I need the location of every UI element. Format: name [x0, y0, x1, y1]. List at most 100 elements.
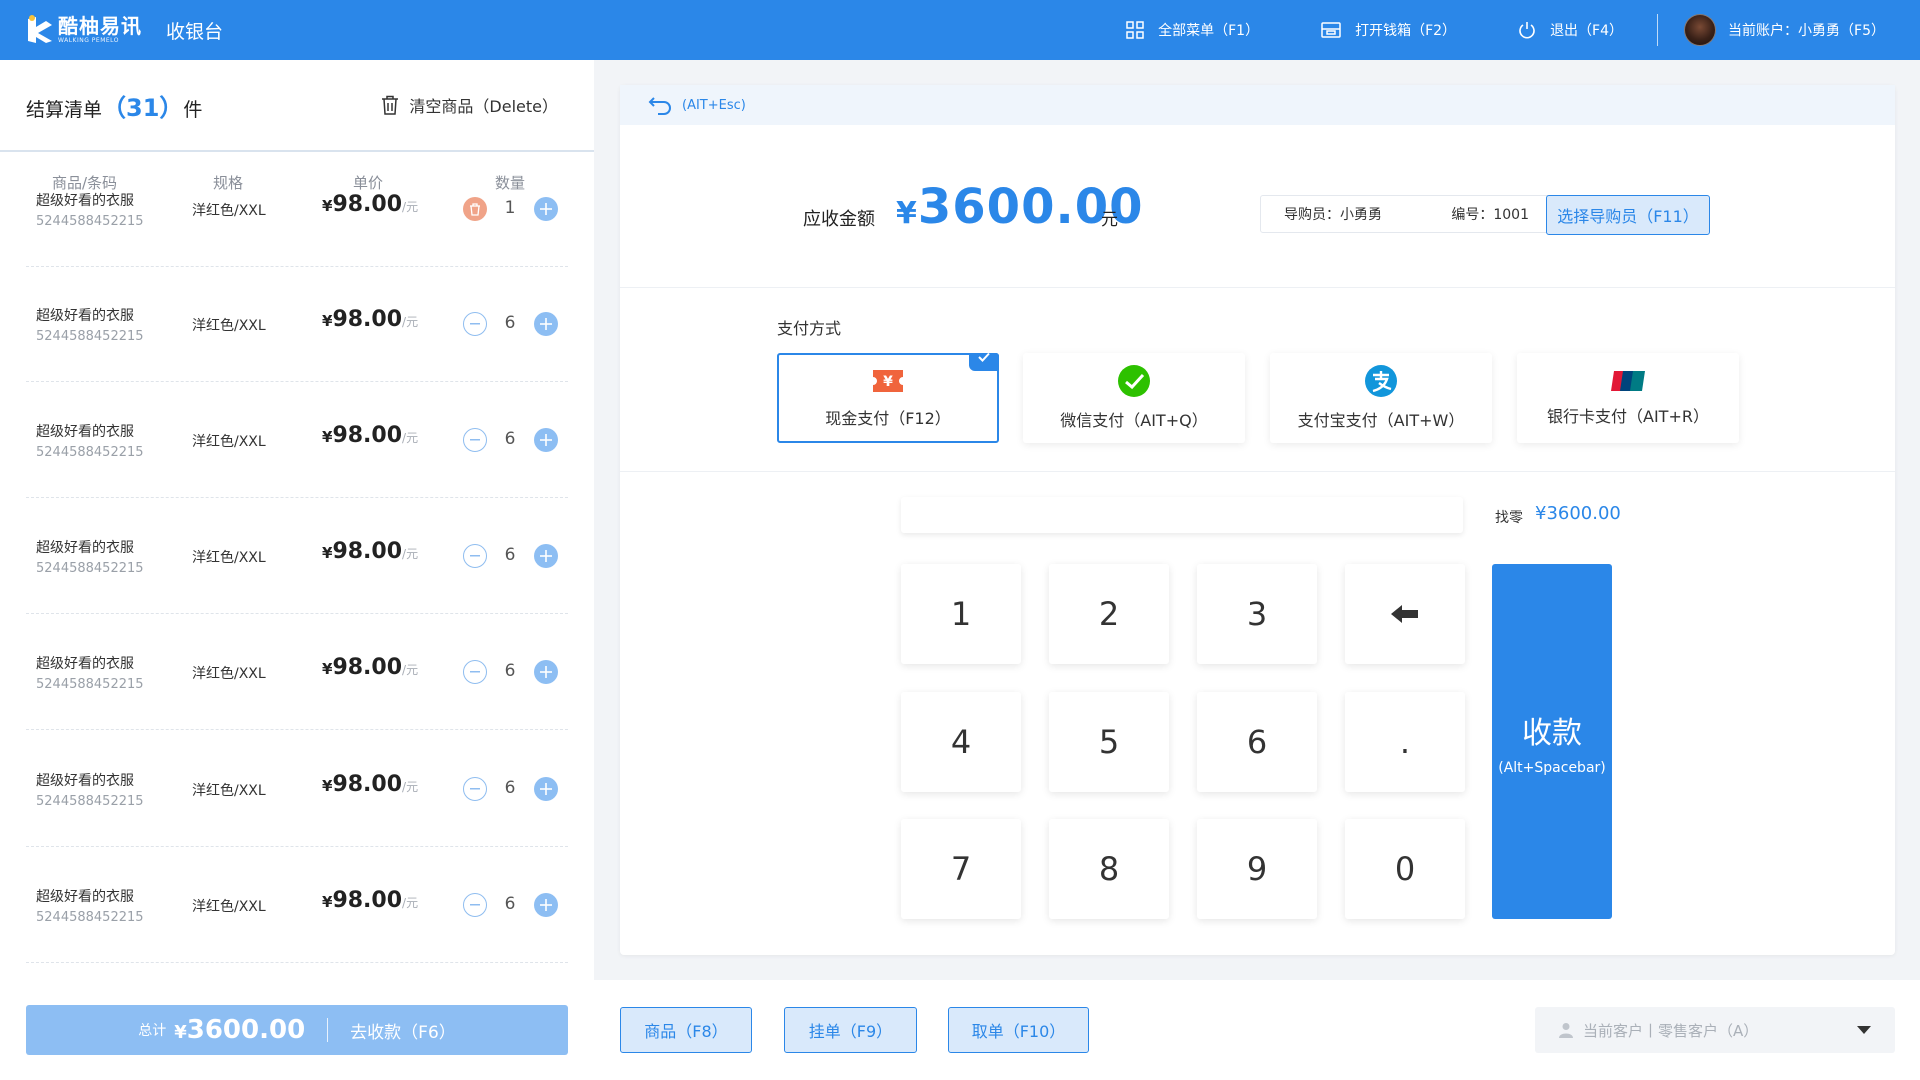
power-icon: [1519, 22, 1535, 39]
product-spec: 洋红色/XXL: [192, 783, 266, 799]
minus-icon: [470, 323, 480, 325]
amount-due-unit: 元: [1101, 210, 1118, 230]
plus-icon: [540, 899, 552, 911]
cart-row: 超级好看的衣服 5244588452215 洋红色/XXL ¥98.00/元 6: [0, 732, 594, 847]
user-icon: [1559, 1023, 1573, 1038]
product-name: 超级好看的衣服: [36, 656, 134, 672]
key-5[interactable]: 5: [1049, 692, 1169, 792]
cart-count: （31）: [102, 93, 184, 122]
key-3[interactable]: 3: [1197, 564, 1317, 664]
logo-icon: [26, 15, 54, 45]
pay-alipay-option[interactable]: 支付宝支付（AIT+W）: [1270, 353, 1492, 443]
total-amount: ¥3600.00: [174, 1015, 306, 1045]
item-quantity: 6: [504, 313, 516, 333]
increase-qty-button[interactable]: [534, 893, 558, 917]
increase-qty-button[interactable]: [534, 660, 558, 684]
pay-bankcard-label: 银行卡支付（AIT+R）: [1547, 407, 1709, 426]
decrease-qty-button[interactable]: [463, 428, 487, 452]
product-spec: 洋红色/XXL: [192, 203, 266, 219]
current-account[interactable]: 当前账户：小勇勇（F5）: [1684, 14, 1885, 46]
backspace-icon: [1391, 605, 1418, 623]
payment-panel: (AIT+Esc) 应收金额 ¥3600.00 元 导购员：小勇勇 编号：100…: [620, 85, 1895, 955]
back-shortcut: (AIT+Esc): [682, 97, 746, 113]
decrease-qty-button[interactable]: [463, 312, 487, 336]
pay-alipay-label: 支付宝支付（AIT+W）: [1297, 411, 1465, 430]
minus-icon: [470, 439, 480, 441]
pay-cash-label: 现金支付（F12）: [825, 409, 951, 428]
key-backspace[interactable]: [1345, 564, 1465, 664]
decrease-qty-button[interactable]: [463, 893, 487, 917]
increase-qty-button[interactable]: [534, 777, 558, 801]
item-quantity: 1: [504, 198, 516, 218]
logout-button[interactable]: 退出（F4）: [1518, 20, 1623, 40]
remove-item-button[interactable]: [463, 197, 487, 221]
increase-qty-button[interactable]: [534, 544, 558, 568]
hold-order-button[interactable]: 挂单（F9）: [784, 1007, 917, 1053]
key-1[interactable]: 1: [901, 564, 1021, 664]
product-price: ¥98.00/元: [322, 655, 419, 680]
customer-select[interactable]: 当前客户丨零售客户（A）: [1535, 1007, 1895, 1053]
trash-icon: [470, 202, 480, 216]
open-drawer-button[interactable]: 打开钱箱（F2）: [1321, 20, 1456, 40]
row-divider: [26, 729, 568, 730]
key-dot[interactable]: .: [1345, 692, 1465, 792]
plus-icon: [540, 550, 552, 562]
decrease-qty-button[interactable]: [463, 660, 487, 684]
cart-title: 结算清单（31）件: [26, 93, 203, 122]
back-button[interactable]: (AIT+Esc): [620, 85, 1895, 125]
product-name: 超级好看的衣服: [36, 193, 134, 209]
change-value: ¥3600.00: [1535, 503, 1621, 524]
cart-list: 超级好看的衣服 5244588452215 洋红色/XXL ¥98.00/元 1 超级好看…: [0, 152, 594, 980]
key-9[interactable]: 9: [1197, 819, 1317, 919]
product-name: 超级好看的衣服: [36, 773, 134, 789]
clear-cart-button[interactable]: 清空商品（Delete）: [381, 93, 558, 117]
product-name: 超级好看的衣服: [36, 540, 134, 556]
checkout-button[interactable]: 总计 ¥3600.00 去收款（F6）: [26, 1005, 568, 1055]
unionpay-icon: [1611, 371, 1645, 391]
amount-input[interactable]: [901, 497, 1463, 533]
logo-sub: WALKING PEMELO: [58, 37, 120, 44]
key-7[interactable]: 7: [901, 819, 1021, 919]
collect-payment-button[interactable]: 收款 (Alt+Spacebar): [1492, 564, 1612, 919]
item-quantity: 6: [504, 661, 516, 681]
key-6[interactable]: 6: [1197, 692, 1317, 792]
select-guide-button[interactable]: 选择导购员（F11）: [1546, 195, 1710, 235]
total-label: 总计: [138, 1023, 167, 1039]
product-barcode: 5244588452215: [36, 214, 144, 229]
wechat-icon: [1118, 365, 1150, 397]
back-arrow-icon: [648, 97, 671, 115]
product-barcode: 5244588452215: [36, 445, 144, 460]
key-4[interactable]: 4: [901, 692, 1021, 792]
pay-cash-option[interactable]: ¥ 现金支付（F12）: [777, 352, 999, 443]
increase-qty-button[interactable]: [534, 312, 558, 336]
cash-icon: ¥: [873, 370, 903, 392]
collect-payment-label: 收款: [1522, 715, 1582, 751]
customer-label: 当前客户丨零售客户（A）: [1583, 1021, 1759, 1040]
product-price: ¥98.00/元: [322, 307, 419, 332]
increase-qty-button[interactable]: [534, 197, 558, 221]
key-8[interactable]: 8: [1049, 819, 1169, 919]
product-barcode: 5244588452215: [36, 561, 144, 576]
alipay-icon: [1365, 365, 1397, 397]
pay-wechat-option[interactable]: 微信支付（AIT+Q）: [1023, 353, 1245, 443]
guide-id: 编号：1001: [1451, 207, 1529, 223]
decrease-qty-button[interactable]: [463, 544, 487, 568]
key-0[interactable]: 0: [1345, 819, 1465, 919]
pay-bankcard-option[interactable]: 银行卡支付（AIT+R）: [1517, 353, 1739, 443]
product-name: 超级好看的衣服: [36, 889, 134, 905]
logo: 酷柚易讯 WALKING PEMELO: [26, 15, 142, 45]
decrease-qty-button[interactable]: [463, 777, 487, 801]
top-bar: 酷柚易讯 WALKING PEMELO 收银台 全部菜单（F1） 打开钱箱（F2…: [0, 0, 1920, 60]
plus-icon: [540, 666, 552, 678]
cart-header: 结算清单（31）件 清空商品（Delete）: [0, 60, 594, 152]
plus-icon: [540, 318, 552, 330]
app-title: 收银台: [166, 20, 224, 43]
shopping-guide-info: 导购员：小勇勇 编号：1001: [1260, 195, 1558, 233]
product-barcode: 5244588452215: [36, 329, 144, 344]
increase-qty-button[interactable]: [534, 428, 558, 452]
retrieve-order-button[interactable]: 取单（F10）: [948, 1007, 1089, 1053]
key-2[interactable]: 2: [1049, 564, 1169, 664]
menu-all-button[interactable]: 全部菜单（F1）: [1126, 20, 1259, 40]
current-account-label: 当前账户：小勇勇（F5）: [1728, 23, 1885, 39]
goods-button[interactable]: 商品（F8）: [620, 1007, 752, 1053]
